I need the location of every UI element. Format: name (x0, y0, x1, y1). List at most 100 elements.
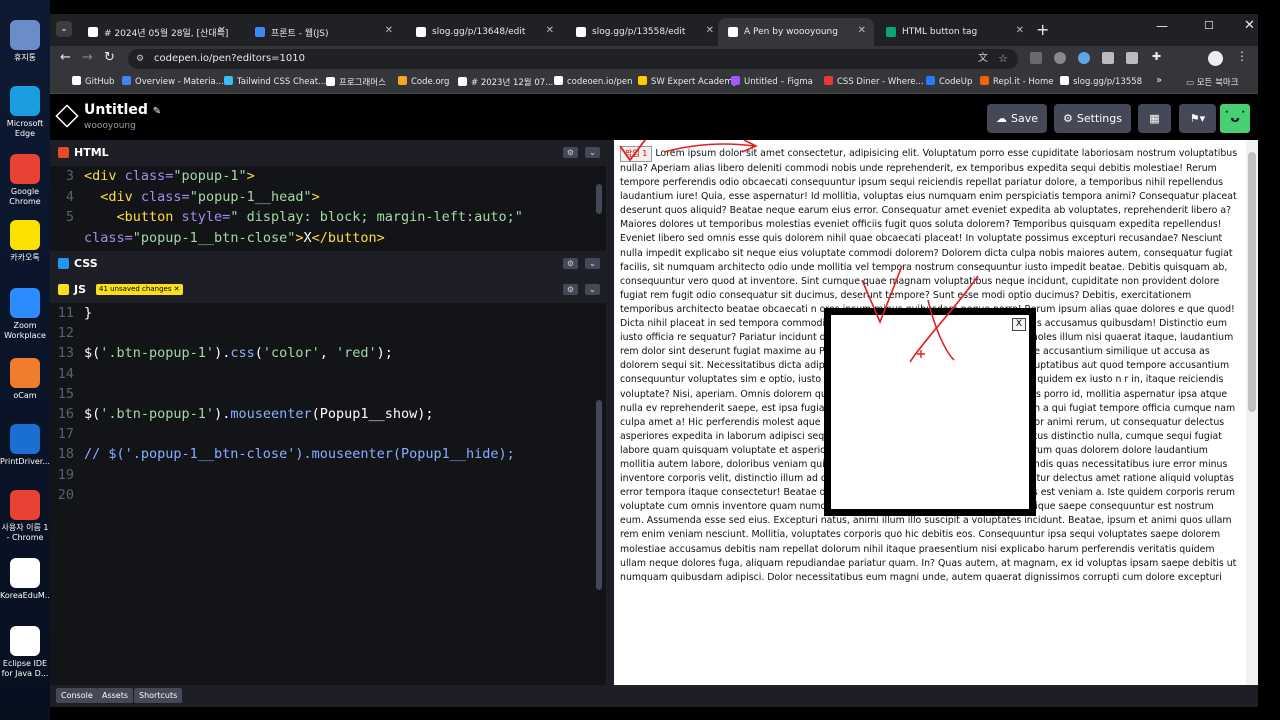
pane-resizer[interactable] (606, 140, 614, 685)
bookmark-item[interactable]: CodeUp (926, 76, 972, 87)
all-bookmarks-folder[interactable]: ▭ 모든 북마크 (1186, 76, 1239, 88)
code-token: '.btn-popup-1' (100, 345, 215, 362)
popup-1-button[interactable]: 팝업 1 (620, 146, 653, 162)
reload-icon[interactable]: ↻ (104, 50, 115, 65)
gear-icon[interactable]: ⚙ (563, 284, 578, 295)
layout-button[interactable]: ▦ (1138, 104, 1171, 133)
pen-title[interactable]: Untitled ✎ (84, 102, 161, 118)
bookmark-star-icon[interactable]: ☆ (998, 49, 1008, 69)
code-line: class="popup-1__btn-close">X</button> (50, 230, 385, 250)
line-number: 18 (57, 446, 74, 463)
browser-tab[interactable]: 프론트 - 웹(JS) ✕ (245, 18, 401, 46)
maximize-button[interactable]: ☐ (1204, 19, 1214, 32)
bookmark-item[interactable]: Tailwind CSS Cheat... (224, 76, 326, 87)
pin-button[interactable]: ⚑▾ (1179, 104, 1216, 133)
pen-author[interactable]: woooyoung (84, 121, 136, 131)
extension-icon[interactable] (1078, 52, 1090, 64)
js-code-editor[interactable]: 11} 12 13 $('.btn-popup-1').css('color', 'r… (50, 305, 606, 685)
site-info-icon[interactable]: ⚙ (136, 49, 144, 69)
settings-button[interactable]: ⚙ Settings (1054, 104, 1131, 133)
bookmark-item[interactable]: CSS Diner - Where... (824, 76, 924, 87)
preview-scrollbar[interactable] (1246, 140, 1258, 685)
desktop-shortcut[interactable]: Google Chrome (0, 154, 50, 207)
close-tab-icon[interactable]: ✕ (858, 25, 866, 36)
close-tab-icon[interactable]: ✕ (218, 25, 226, 36)
close-tab-icon[interactable]: ✕ (546, 25, 554, 36)
gear-icon[interactable]: ⚙ (563, 147, 578, 158)
bookmark-item[interactable]: Code.org (398, 76, 449, 87)
browser-tab[interactable]: slog.gg/p/13648/edit ✕ (406, 18, 562, 46)
forward-icon[interactable]: → (82, 50, 93, 65)
js-editor-header[interactable]: JS 41 unsaved changes ✕ ⚙ ⌄ (50, 277, 606, 303)
js-editor-scrollbar[interactable] (596, 400, 602, 590)
new-tab-button[interactable]: + (1036, 20, 1049, 39)
url-input[interactable]: ⚙ codepen.io/pen?editors=1010 文 ☆ (128, 49, 1018, 69)
bookmark-item[interactable]: # 2023년 12월 07... (458, 76, 553, 88)
close-tab-icon[interactable]: ✕ (1016, 25, 1024, 36)
browser-tab[interactable]: slog.gg/p/13558/edit ✕ (566, 18, 722, 46)
chevron-down-icon[interactable]: ⌄ (585, 258, 600, 269)
bookmark-item[interactable]: GitHub (72, 76, 114, 87)
tab-title: 프론트 - 웹(JS) (271, 28, 329, 39)
html-editor-header[interactable]: HTML ⚙ ⌄ (50, 140, 606, 166)
chevron-down-icon[interactable]: ⌄ (585, 147, 600, 158)
desktop-shortcut[interactable]: 카카오톡 (0, 220, 50, 263)
back-icon[interactable]: ← (60, 50, 71, 65)
tab-search-button[interactable]: ⌄ (56, 21, 72, 37)
html-editor-scrollbar[interactable] (596, 184, 602, 214)
extension-icon[interactable] (1102, 52, 1114, 64)
edit-pencil-icon[interactable]: ✎ (153, 106, 161, 117)
desktop-shortcut[interactable]: Zoom Workplace (0, 288, 50, 341)
desktop-shortcut[interactable]: KoreaEduM... (0, 558, 52, 601)
chevron-down-icon[interactable]: ⌄ (585, 284, 600, 295)
console-button[interactable]: Console (56, 688, 98, 703)
desktop-shortcut[interactable]: Microsoft Edge (0, 86, 50, 139)
bookmark-item[interactable]: Untitled – Figma (731, 76, 813, 87)
close-tab-icon[interactable]: ✕ (385, 25, 393, 36)
popup-close-button[interactable]: X (1012, 318, 1026, 331)
bookmark-item[interactable]: slog.gg/p/13558 (1060, 76, 1142, 87)
desktop-shortcut[interactable]: oCam (0, 358, 50, 401)
kakaotalk-icon (10, 220, 40, 250)
notion-icon (416, 27, 426, 37)
url-text: codepen.io/pen?editors=1010 (154, 53, 306, 64)
browser-tab[interactable]: A Pen by woooyoung ✕ (718, 18, 874, 46)
user-avatar[interactable]: ˙ᴗ˙ (1220, 104, 1250, 133)
assets-button[interactable]: Assets (97, 688, 134, 703)
desktop-shortcut[interactable]: 사용자 이름 1 - Chrome (0, 490, 50, 543)
desktop-shortcut[interactable]: 휴지통 (0, 20, 50, 63)
profile-avatar[interactable] (1208, 51, 1223, 66)
bookmark-item[interactable]: Repl.it - Home (980, 76, 1053, 87)
menu-icon[interactable]: ⋮ (1236, 49, 1248, 63)
js-icon (58, 284, 69, 295)
extension-icon[interactable] (1030, 52, 1042, 64)
translate-icon[interactable]: 文 (978, 49, 988, 69)
close-tab-icon[interactable]: ✕ (706, 25, 714, 36)
pin-icon: ⚑▾ (1189, 112, 1206, 125)
html-code-editor[interactable]: 3 <div class="popup-1"> 4 <div class="popu… (50, 168, 606, 251)
gear-icon[interactable]: ⚙ (563, 258, 578, 269)
css-editor-header[interactable]: CSS ⚙ ⌄ (50, 251, 606, 277)
bookmark-item[interactable]: SW Expert Academy (638, 76, 738, 87)
codepen-header: Untitled ✎ woooyoung ☁ Save ⚙ Settings ▦ ⚑… (50, 94, 1258, 140)
bookmark-item[interactable]: 프로그래머스 (326, 76, 386, 88)
close-window-button[interactable]: ✕ (1244, 18, 1255, 33)
minimize-button[interactable]: — (1156, 19, 1168, 33)
puzzle-icon[interactable]: ✚ (1152, 50, 1161, 63)
desktop-shortcut[interactable]: PrintDriver... (0, 424, 50, 467)
popup-1: X (824, 308, 1036, 516)
shortcuts-button[interactable]: Shortcuts (134, 688, 183, 703)
save-button[interactable]: ☁ Save (987, 104, 1047, 133)
browser-tab[interactable]: HTML button tag ✕ (876, 18, 1032, 46)
code-line: 12 (50, 325, 84, 345)
browser-tab[interactable]: # 2024년 05월 28일, [산대특] ✕ (78, 18, 234, 46)
preview-scroll-thumb[interactable] (1248, 152, 1256, 412)
extension-icon[interactable] (1054, 52, 1066, 64)
codepen-logo-icon[interactable] (55, 104, 79, 128)
bookmark-item[interactable]: codeoen.io/pen (554, 76, 632, 87)
bookmarks-more-icon[interactable]: » (1156, 75, 1162, 86)
desktop-shortcut[interactable]: Eclipse IDE for Java D... (0, 626, 50, 679)
code-line: 3 <div class="popup-1"> (50, 168, 255, 188)
bookmark-item[interactable]: Overview - Materia... (122, 76, 224, 87)
extension-icon[interactable] (1126, 52, 1138, 64)
